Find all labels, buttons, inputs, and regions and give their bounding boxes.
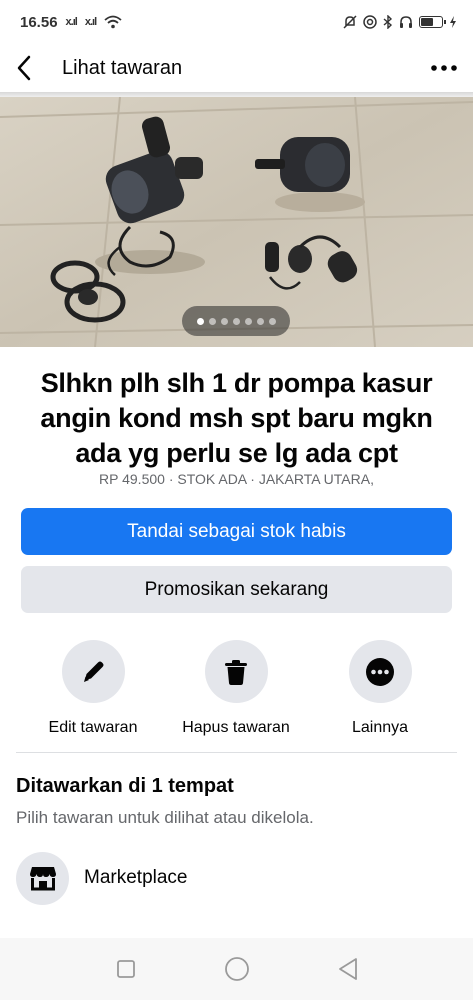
- home-button[interactable]: [217, 949, 257, 989]
- promote-label: Promosikan sekarang: [144, 578, 329, 600]
- mark-sold-button[interactable]: Tandai sebagai stok habis: [21, 508, 452, 555]
- status-bar: 16.56 x.ıl x.ıl: [0, 0, 473, 44]
- pagination-dot: [220, 317, 228, 325]
- signal-icon-2: x.ıl: [84, 16, 97, 28]
- offered-section-subtitle: Pilih tawaran untuk dilihat atau dikelol…: [16, 808, 314, 827]
- back-button[interactable]: [16, 52, 48, 84]
- back-triangle-icon: [338, 958, 357, 980]
- edit-listing-circle: [61, 640, 125, 703]
- status-right: [343, 15, 457, 29]
- system-nav-bar: [0, 938, 473, 1000]
- recents-square-icon: [116, 960, 135, 978]
- more-icon: [366, 657, 394, 686]
- delete-listing-label: Hapus tawaran: [182, 719, 290, 736]
- battery-icon: [419, 16, 446, 28]
- at-icon: [363, 15, 377, 29]
- pagination-dot: [232, 317, 240, 325]
- offered-section-title: Ditawarkan di 1 tempat: [16, 775, 234, 797]
- wifi-icon: [104, 15, 122, 29]
- mark-sold-label: Tandai sebagai stok habis: [127, 520, 346, 542]
- more-actions-circle: [348, 640, 412, 703]
- charging-icon: [450, 16, 456, 28]
- edit-listing-button[interactable]: Edit tawaran: [23, 640, 163, 737]
- listing-title-line-3: ada yg perlu se lg ada cpt: [75, 438, 398, 468]
- status-left: 16.56 x.ıl x.ıl: [20, 14, 122, 31]
- mute-icon: [343, 15, 357, 29]
- delete-listing-button[interactable]: Hapus tawaran: [166, 640, 306, 737]
- pagination-dot: [256, 317, 264, 325]
- status-time: 16.56: [20, 13, 58, 31]
- pagination-dot: [268, 317, 276, 325]
- pagination-dot: [196, 317, 204, 325]
- app-header: Lihat tawaran: [0, 44, 473, 92]
- listing-meta: RP 49.500 · STOK ADA · JAKARTA UTARA,: [0, 471, 473, 487]
- more-dots-icon: [431, 65, 457, 71]
- listing-stock: STOK ADA: [177, 471, 247, 487]
- more-actions-button[interactable]: Lainnya: [310, 640, 450, 737]
- trash-icon: [225, 659, 247, 685]
- listing-title-line-2: angin kond msh spt baru mgkn: [40, 403, 433, 433]
- system-back-button[interactable]: [328, 949, 368, 989]
- listing-title-line-1: Slhkn plh slh 1 dr pompa kasur: [40, 368, 433, 398]
- more-actions-label: Lainnya: [351, 719, 409, 736]
- pencil-icon: [84, 661, 104, 682]
- marketplace-icon-circle: [16, 851, 69, 905]
- promote-button[interactable]: Promosikan sekarang: [21, 566, 452, 613]
- pagination-dot: [208, 317, 216, 325]
- meta-separator: ·: [250, 471, 255, 487]
- listing-location: JAKARTA UTARA,: [258, 471, 374, 487]
- marketplace-row[interactable]: Marketplace: [16, 850, 457, 906]
- delete-listing-circle: [204, 640, 268, 703]
- listing-title: Slhkn plh slh 1 dr pompa kasur angin kon…: [20, 366, 453, 471]
- marketplace-label: Marketplace: [84, 867, 188, 888]
- recents-button[interactable]: [106, 949, 146, 989]
- signal-icon-1: x.ıl: [65, 16, 78, 28]
- listing-price: RP 49.500: [99, 471, 165, 487]
- pagination-dot: [244, 317, 252, 325]
- bluetooth-icon: [383, 15, 393, 29]
- meta-separator: ·: [168, 471, 174, 487]
- back-chevron-icon: [17, 55, 31, 81]
- photo-pagination: [182, 306, 290, 336]
- marketplace-shop-icon: [29, 867, 56, 891]
- more-options-button[interactable]: [425, 52, 457, 84]
- headphones-icon: [400, 16, 412, 28]
- edit-listing-label: Edit tawaran: [48, 719, 138, 736]
- page-title: Lihat tawaran: [62, 56, 183, 79]
- section-divider: [16, 752, 457, 753]
- home-circle-icon: [224, 957, 249, 981]
